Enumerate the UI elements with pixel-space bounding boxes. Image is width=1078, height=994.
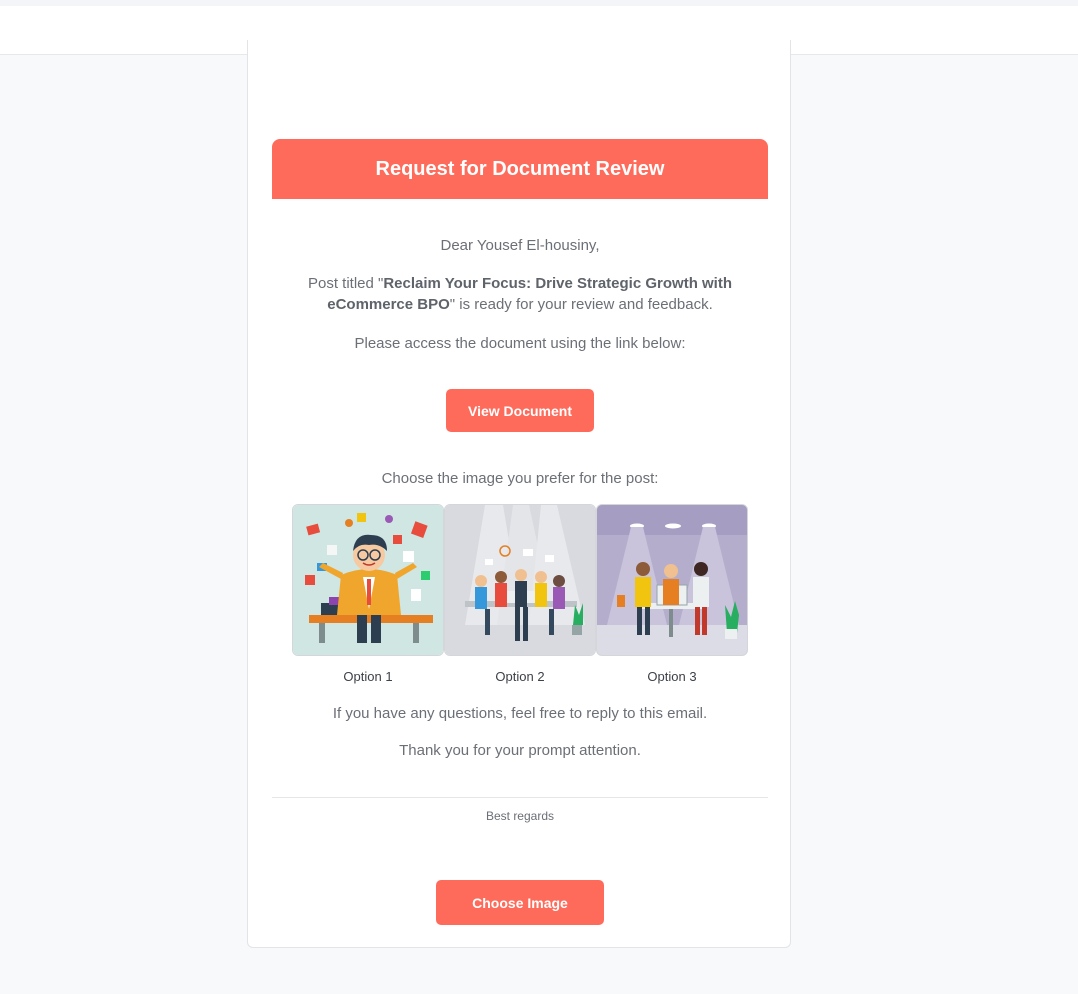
choose-image-button[interactable]: Choose Image bbox=[436, 880, 604, 925]
image-options: Option 1 Option 2 Option 3 bbox=[292, 504, 748, 694]
post-suffix: " is ready for your review and feedback. bbox=[449, 296, 713, 313]
choose-image-prompt: Choose the image you prefer for the post… bbox=[381, 470, 659, 487]
post-prefix: Post titled " bbox=[307, 275, 384, 292]
post-description: Post titled "Reclaim Your Focus: Drive S… bbox=[272, 273, 768, 315]
email-title-banner: Request for Document Review bbox=[272, 139, 768, 199]
access-instructions: Please access the document using the lin… bbox=[354, 335, 686, 352]
view-document-button[interactable]: View Document bbox=[446, 389, 594, 432]
questions-text: If you have any questions, feel free to … bbox=[332, 705, 708, 722]
thanks-text: Thank you for your prompt attention. bbox=[399, 742, 641, 759]
email-title: Request for Document Review bbox=[375, 157, 665, 180]
option-1-image[interactable] bbox=[292, 504, 444, 656]
option-2-image[interactable] bbox=[444, 504, 596, 656]
best-regards: Best regards bbox=[485, 809, 555, 823]
greeting: Dear Yousef El-housiny, bbox=[440, 237, 600, 254]
top-strip bbox=[0, 0, 1078, 6]
option-1-label[interactable]: Option 1 bbox=[292, 669, 444, 684]
divider bbox=[272, 797, 768, 798]
option-3-label[interactable]: Option 3 bbox=[596, 669, 748, 684]
option-3-image[interactable] bbox=[596, 504, 748, 656]
option-2-label[interactable]: Option 2 bbox=[444, 669, 596, 684]
email-card: Request for Document Review Dear Yousef … bbox=[247, 40, 791, 948]
